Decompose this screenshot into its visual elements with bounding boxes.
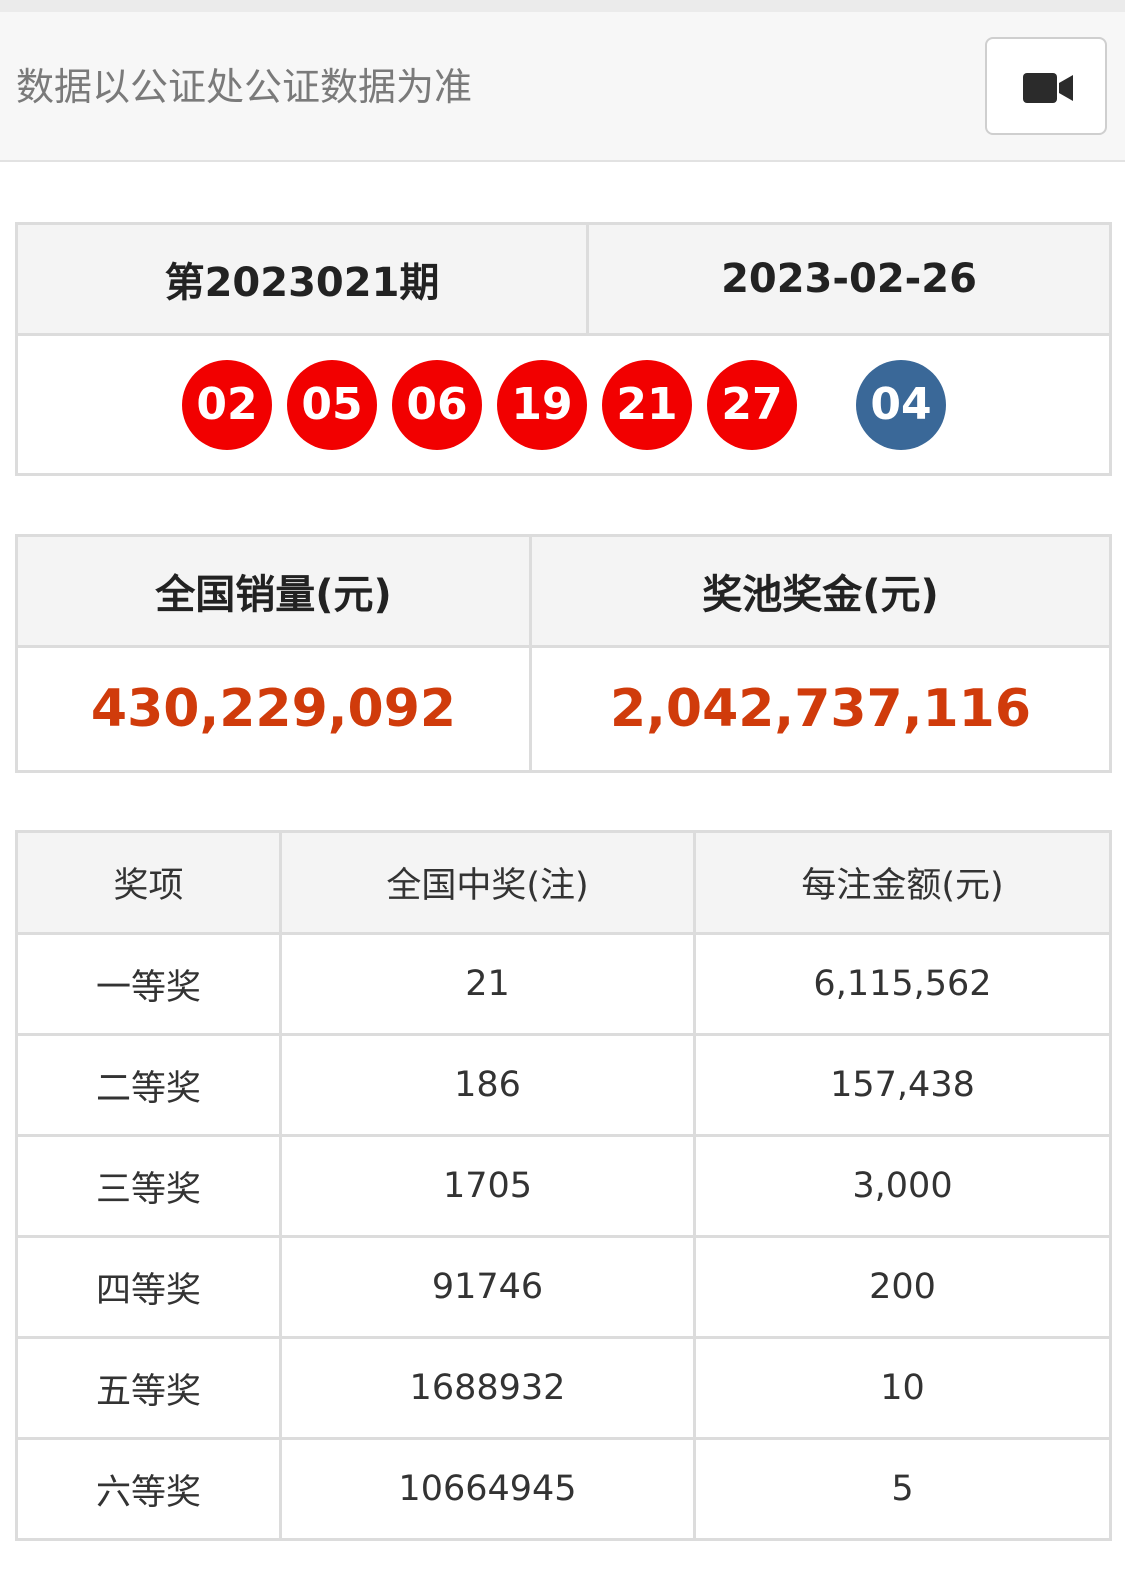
sales-pool-table: 全国销量(元) 奖池奖金(元) 430,229,092 2,042,737,11…	[15, 534, 1112, 773]
winner-count: 1688932	[279, 1336, 696, 1440]
red-ball: 27	[707, 359, 797, 450]
pool-value: 2,042,737,116	[529, 645, 1112, 773]
table-row: 三等奖 1705 3,000	[15, 1134, 1112, 1238]
prize-level: 一等奖	[15, 932, 282, 1036]
draw-date: 2023-02-26	[586, 222, 1112, 336]
winner-count: 91746	[279, 1235, 696, 1339]
winner-count: 10664945	[279, 1437, 696, 1541]
prize-table-header: 奖项 全国中奖(注) 每注金额(元)	[15, 830, 1112, 935]
red-ball: 19	[497, 359, 587, 450]
table-row: 二等奖 186 157,438	[15, 1033, 1112, 1137]
table-row: 一等奖 21 6,115,562	[15, 932, 1112, 1036]
table-row: 六等奖 10664945 5	[15, 1437, 1112, 1541]
prize-table: 奖项 全国中奖(注) 每注金额(元) 一等奖 21 6,115,562 二等奖 …	[15, 830, 1112, 1541]
video-camera-icon	[1023, 73, 1073, 103]
winner-count: 21	[279, 932, 696, 1036]
red-ball: 02	[182, 359, 272, 450]
data-source-note: 数据以公证处公证数据为准	[16, 65, 473, 109]
prize-level: 二等奖	[15, 1033, 282, 1137]
sales-value: 430,229,092	[15, 645, 532, 773]
draw-info-table: 第2023021期 2023-02-26 02 05 06 19 21 27 04	[15, 222, 1112, 476]
header-bar: 数据以公证处公证数据为准	[0, 12, 1125, 162]
prize-level: 三等奖	[15, 1134, 282, 1238]
winner-count: 186	[279, 1033, 696, 1137]
prize-level: 六等奖	[15, 1437, 282, 1541]
prize-amount: 3,000	[693, 1134, 1112, 1238]
top-strip	[0, 0, 1125, 12]
header-winners: 全国中奖(注)	[279, 830, 696, 935]
header-amount: 每注金额(元)	[693, 830, 1112, 935]
sales-label: 全国销量(元)	[15, 534, 532, 648]
winning-numbers: 02 05 06 19 21 27 04	[15, 333, 1112, 476]
issue-number: 第2023021期	[15, 222, 589, 336]
prize-level: 五等奖	[15, 1336, 282, 1440]
prize-amount: 200	[693, 1235, 1112, 1339]
table-row: 五等奖 1688932 10	[15, 1336, 1112, 1440]
prize-amount: 10	[693, 1336, 1112, 1440]
red-ball: 05	[287, 359, 377, 450]
blue-ball: 04	[856, 359, 946, 450]
header-prize-level: 奖项	[15, 830, 282, 935]
prize-amount: 5	[693, 1437, 1112, 1541]
table-row: 四等奖 91746 200	[15, 1235, 1112, 1339]
pool-label: 奖池奖金(元)	[529, 534, 1112, 648]
prize-amount: 157,438	[693, 1033, 1112, 1137]
prize-level: 四等奖	[15, 1235, 282, 1339]
winner-count: 1705	[279, 1134, 696, 1238]
red-ball: 06	[392, 359, 482, 450]
red-ball: 21	[602, 359, 692, 450]
prize-amount: 6,115,562	[693, 932, 1112, 1036]
video-button[interactable]	[985, 37, 1107, 135]
